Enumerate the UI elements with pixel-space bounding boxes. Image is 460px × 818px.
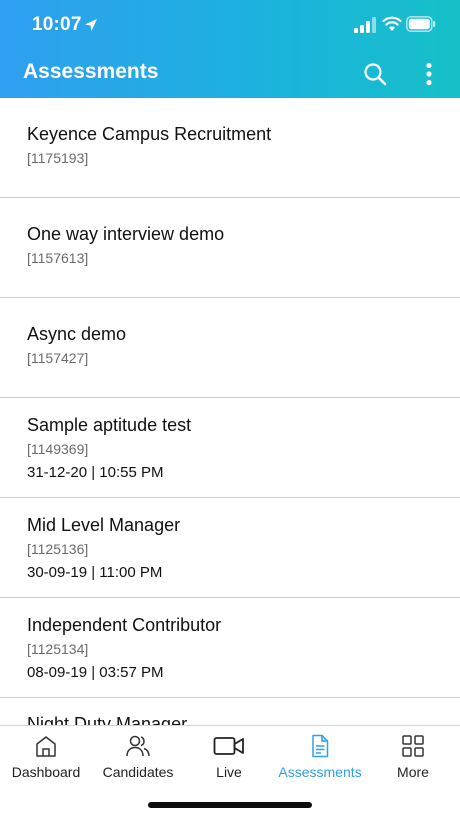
assessment-id: [1125136] xyxy=(27,541,89,557)
tab-more[interactable]: More xyxy=(393,734,433,784)
home-icon xyxy=(36,736,56,757)
assessment-item[interactable]: Keyence Campus Recruitment [1175193] xyxy=(0,98,460,198)
assessment-item[interactable]: Sample aptitude test [1149369] 31-12-20 … xyxy=(0,398,460,498)
assessment-item[interactable]: Night Duty Manager xyxy=(0,698,460,725)
assessment-name: One way interview demo xyxy=(27,224,225,244)
assessment-date: 08-09-19 | 03:57 PM xyxy=(27,664,164,681)
assessment-name: Async demo xyxy=(27,324,127,344)
assessment-item[interactable]: Mid Level Manager [1125136] 30-09-19 | 1… xyxy=(0,498,460,598)
battery-icon xyxy=(406,16,436,32)
tab-label: Dashboard xyxy=(11,764,81,780)
tab-label: Live xyxy=(216,764,242,780)
assessment-item[interactable]: Independent Contributor [1125134] 08-09-… xyxy=(0,598,460,698)
document-icon xyxy=(312,734,329,758)
location-arrow-icon xyxy=(85,19,97,31)
tab-label: More xyxy=(397,764,429,780)
app-header: 10:07 Assessments xyxy=(0,0,460,98)
wifi-icon xyxy=(382,16,402,31)
tab-candidates[interactable]: Candidates xyxy=(101,734,175,784)
assessment-item[interactable]: One way interview demo [1157613] xyxy=(0,198,460,298)
users-icon xyxy=(126,735,150,757)
search-icon xyxy=(364,63,387,86)
assessment-id: [1157427] xyxy=(27,350,89,366)
home-indicator[interactable] xyxy=(148,802,312,808)
assessment-name: Independent Contributor xyxy=(27,615,222,635)
page-title: Assessments xyxy=(23,60,159,83)
tab-label: Assessments xyxy=(278,764,362,780)
assessment-name: Night Duty Manager xyxy=(27,714,188,725)
tab-live[interactable]: Live xyxy=(205,734,253,784)
assessment-date: 31-12-20 | 10:55 PM xyxy=(27,464,164,481)
tab-label: Candidates xyxy=(102,764,174,780)
assessment-id: [1157613] xyxy=(27,250,89,266)
more-options-button[interactable] xyxy=(414,59,444,89)
search-button[interactable] xyxy=(360,59,390,89)
assessment-name: Sample aptitude test xyxy=(27,415,192,435)
assessment-name: Mid Level Manager xyxy=(27,515,181,535)
tab-dashboard[interactable]: Dashboard xyxy=(11,734,81,784)
status-bar: 10:07 xyxy=(0,0,460,50)
more-vertical-icon xyxy=(426,62,432,86)
tab-assessments[interactable]: Assessments xyxy=(277,734,363,784)
status-time: 10:07 xyxy=(32,14,82,35)
cellular-signal-icon xyxy=(354,17,376,33)
assessment-list: Keyence Campus Recruitment [1175193] One… xyxy=(0,98,460,725)
assessment-item[interactable]: Async demo [1157427] xyxy=(0,298,460,398)
assessment-date: 30-09-19 | 11:00 PM xyxy=(27,564,163,581)
assessment-id: [1175193] xyxy=(27,150,89,166)
assessment-name: Keyence Campus Recruitment xyxy=(27,124,272,144)
grid-icon xyxy=(402,735,424,757)
assessment-id: [1125134] xyxy=(27,641,89,657)
video-icon xyxy=(213,737,244,755)
assessment-id: [1149369] xyxy=(27,441,89,457)
